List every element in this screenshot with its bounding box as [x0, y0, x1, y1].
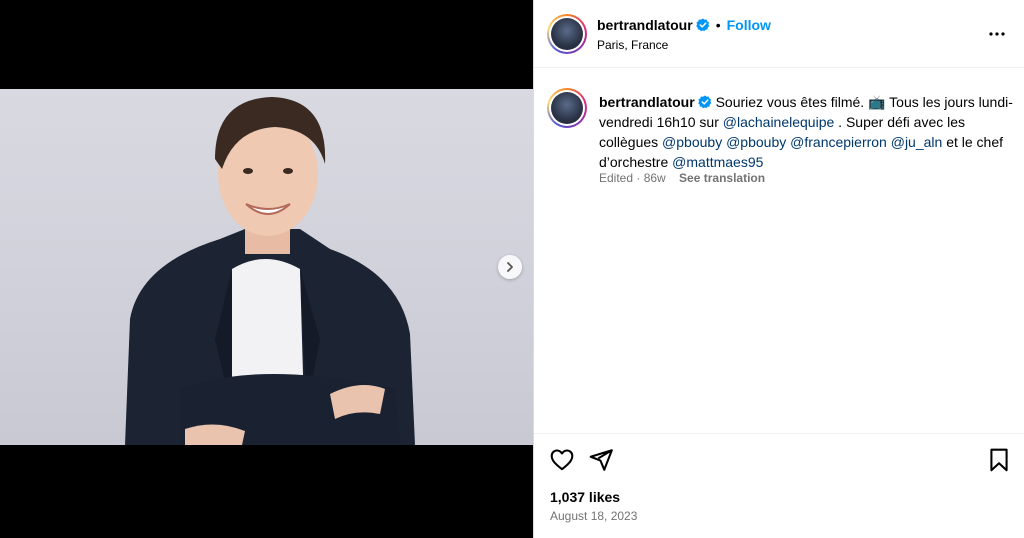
caption-avatar[interactable]	[547, 88, 587, 128]
caption-meta: Edited · 86w See translation	[599, 171, 765, 185]
separator-dot: •	[715, 17, 721, 33]
media-area	[0, 0, 533, 538]
mention-link[interactable]: @lachainelequipe	[723, 114, 835, 130]
avatar[interactable]	[547, 14, 587, 54]
post-actions: 1,037 likes August 18, 2023	[534, 433, 1024, 538]
more-options-icon[interactable]	[987, 24, 1007, 44]
portrait-image	[125, 97, 415, 445]
post-details-panel: bertrandlatour • Follow Paris, France be…	[533, 0, 1024, 538]
header-username[interactable]: bertrandlatour	[597, 17, 693, 33]
mention-link[interactable]: @mattmaes95	[672, 154, 763, 170]
bookmark-icon[interactable]	[986, 447, 1012, 473]
edited-timestamp: Edited · 86w	[599, 171, 666, 185]
header-user-row: bertrandlatour • Follow	[597, 17, 771, 33]
verified-badge-icon	[695, 18, 709, 32]
location-link[interactable]: Paris, France	[597, 38, 668, 52]
mention-link[interactable]: @ju_aln	[891, 134, 943, 150]
chevron-right-icon	[507, 262, 513, 272]
instagram-post-modal: bertrandlatour • Follow Paris, France be…	[0, 0, 1024, 538]
mention-link[interactable]: @francepierron	[790, 134, 887, 150]
mention-link[interactable]: @pbouby	[726, 134, 786, 150]
caption-text: bertrandlatour Souriez vous êtes filmé. …	[599, 92, 1014, 172]
post-date: August 18, 2023	[550, 509, 638, 523]
share-icon[interactable]	[588, 447, 614, 473]
see-translation-button[interactable]: See translation	[679, 171, 765, 185]
mention-link[interactable]: @pbouby	[662, 134, 722, 150]
post-photo[interactable]	[0, 89, 533, 445]
follow-button[interactable]: Follow	[727, 17, 771, 33]
caption-username[interactable]: bertrandlatour	[599, 94, 695, 110]
heart-icon[interactable]	[549, 447, 575, 473]
likes-count[interactable]: 1,037 likes	[550, 489, 620, 505]
verified-badge-icon	[697, 95, 711, 109]
next-slide-button[interactable]	[498, 255, 522, 279]
post-header: bertrandlatour • Follow Paris, France	[534, 0, 1024, 68]
